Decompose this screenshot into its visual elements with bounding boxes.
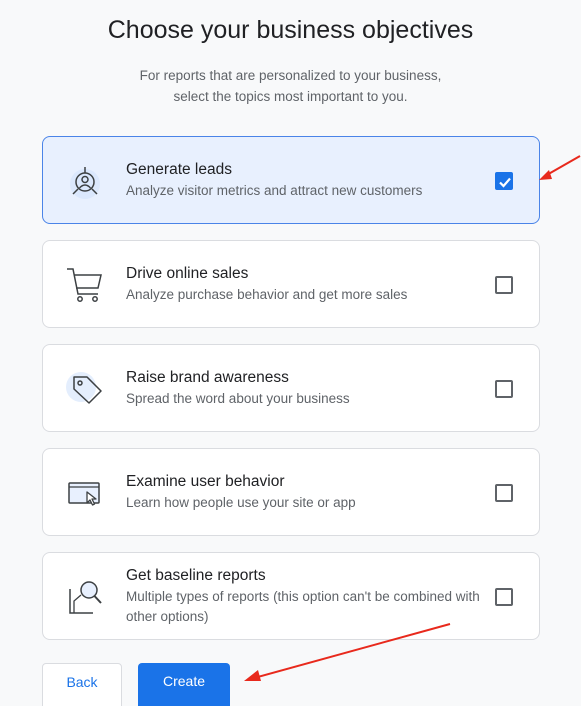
objective-card-drive-online-sales[interactable]: Drive online sales Analyze purchase beha… xyxy=(42,240,540,328)
objective-label: Generate leads xyxy=(126,161,232,178)
shopping-cart-icon xyxy=(65,264,107,306)
tag-icon xyxy=(65,368,107,410)
browser-cursor-icon xyxy=(65,472,107,514)
subtitle-line-1: For reports that are personalized to you… xyxy=(139,68,442,83)
objective-checkbox-drive-online-sales[interactable] xyxy=(495,276,513,294)
back-button[interactable]: Back xyxy=(42,663,122,706)
objective-description: Learn how people use your site or app xyxy=(126,495,356,510)
create-button[interactable]: Create xyxy=(138,663,230,706)
target-user-icon xyxy=(65,160,107,202)
objective-checkbox-get-baseline-reports[interactable] xyxy=(495,588,513,606)
objective-card-examine-user-behavior[interactable]: Examine user behavior Learn how people u… xyxy=(42,448,540,536)
objective-card-generate-leads[interactable]: Generate leads Analyze visitor metrics a… xyxy=(42,136,540,224)
objective-description: Spread the word about your business xyxy=(126,391,350,406)
page-subtitle: For reports that are personalized to you… xyxy=(60,65,521,107)
objective-description: Analyze visitor metrics and attract new … xyxy=(126,183,423,198)
objective-label: Examine user behavior xyxy=(126,473,285,490)
objective-label: Drive online sales xyxy=(126,265,249,282)
page-title: Choose your business objectives xyxy=(107,16,474,44)
objective-checkbox-generate-leads[interactable] xyxy=(495,172,513,190)
subtitle-line-2: select the topics most important to you. xyxy=(173,89,408,104)
objective-label: Raise brand awareness xyxy=(126,369,289,386)
objective-label: Get baseline reports xyxy=(126,567,266,584)
objective-description: Analyze purchase behavior and get more s… xyxy=(126,287,408,302)
objective-checkbox-examine-user-behavior[interactable] xyxy=(495,484,513,502)
objective-description: Multiple types of reports (this option c… xyxy=(126,589,480,624)
report-magnifier-icon xyxy=(65,577,107,619)
objective-card-raise-brand-awareness[interactable]: Raise brand awareness Spread the word ab… xyxy=(42,344,540,432)
objective-card-get-baseline-reports[interactable]: Get baseline reports Multiple types of r… xyxy=(42,552,540,640)
objective-checkbox-raise-brand-awareness[interactable] xyxy=(495,380,513,398)
